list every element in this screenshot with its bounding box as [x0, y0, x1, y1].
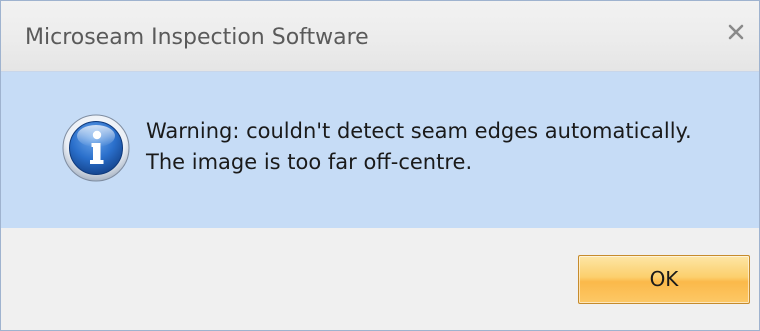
title-bar[interactable]: Microseam Inspection Software: [1, 1, 759, 72]
message-text: Warning: couldn't detect seam edges auto…: [146, 116, 692, 178]
dialog-title: Microseam Inspection Software: [25, 25, 369, 50]
info-icon: [62, 114, 130, 182]
message-area: Warning: couldn't detect seam edges auto…: [1, 72, 759, 228]
close-button[interactable]: [719, 17, 753, 47]
close-icon: [728, 24, 744, 40]
button-bar: OK: [1, 228, 759, 330]
message-line-1: Warning: couldn't detect seam edges auto…: [146, 119, 692, 143]
message-line-2: The image is too far off-centre.: [146, 150, 473, 174]
message-dialog: Microseam Inspection Software Warning: c…: [0, 0, 760, 331]
ok-button[interactable]: OK: [578, 255, 750, 304]
